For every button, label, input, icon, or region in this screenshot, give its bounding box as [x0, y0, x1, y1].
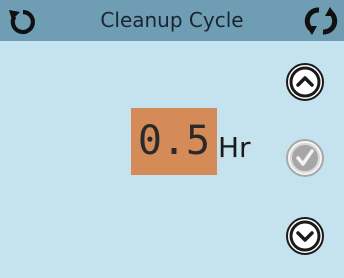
page-title: Cleanup Cycle [100, 8, 244, 32]
chevron-down-icon [286, 217, 324, 255]
chevron-up-icon [286, 63, 324, 101]
duration-unit: Hr [218, 131, 251, 164]
ok-button[interactable] [285, 138, 325, 178]
up-button[interactable] [285, 62, 325, 102]
cleanup-cycle-screen: Cleanup Cycle 0.5 Hr [0, 0, 344, 278]
cycle-arrows-icon [304, 7, 338, 35]
down-button[interactable] [285, 216, 325, 256]
back-arrow-icon [9, 9, 35, 35]
cycle-button[interactable] [301, 4, 341, 38]
duration-value[interactable]: 0.5 [131, 108, 217, 175]
back-button[interactable] [6, 5, 40, 37]
checkmark-icon [286, 139, 324, 177]
